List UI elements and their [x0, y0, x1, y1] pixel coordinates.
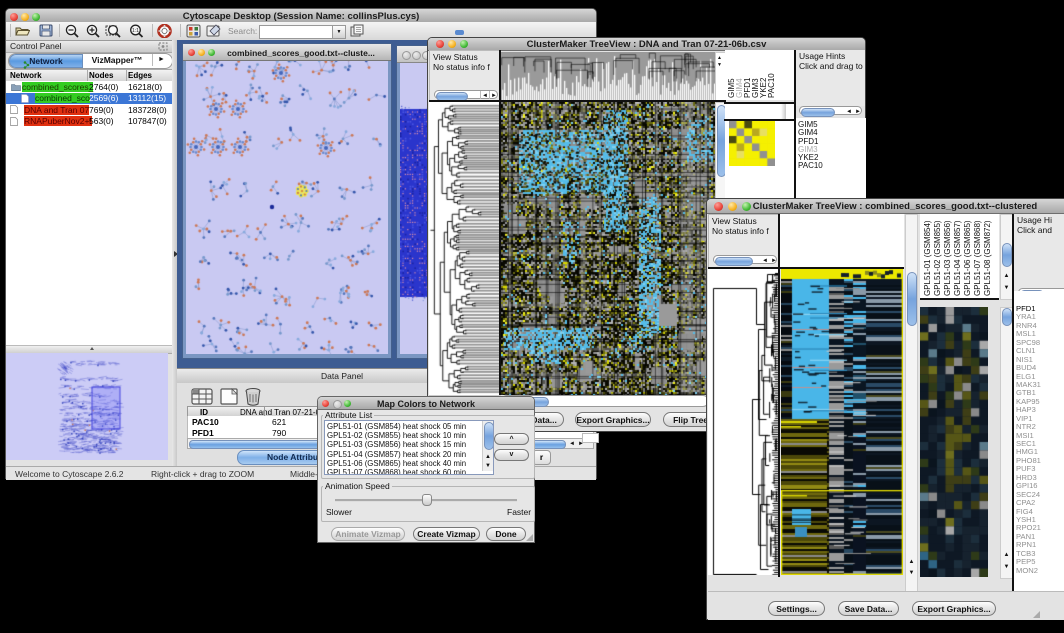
- svg-text:1:1: 1:1: [132, 28, 139, 34]
